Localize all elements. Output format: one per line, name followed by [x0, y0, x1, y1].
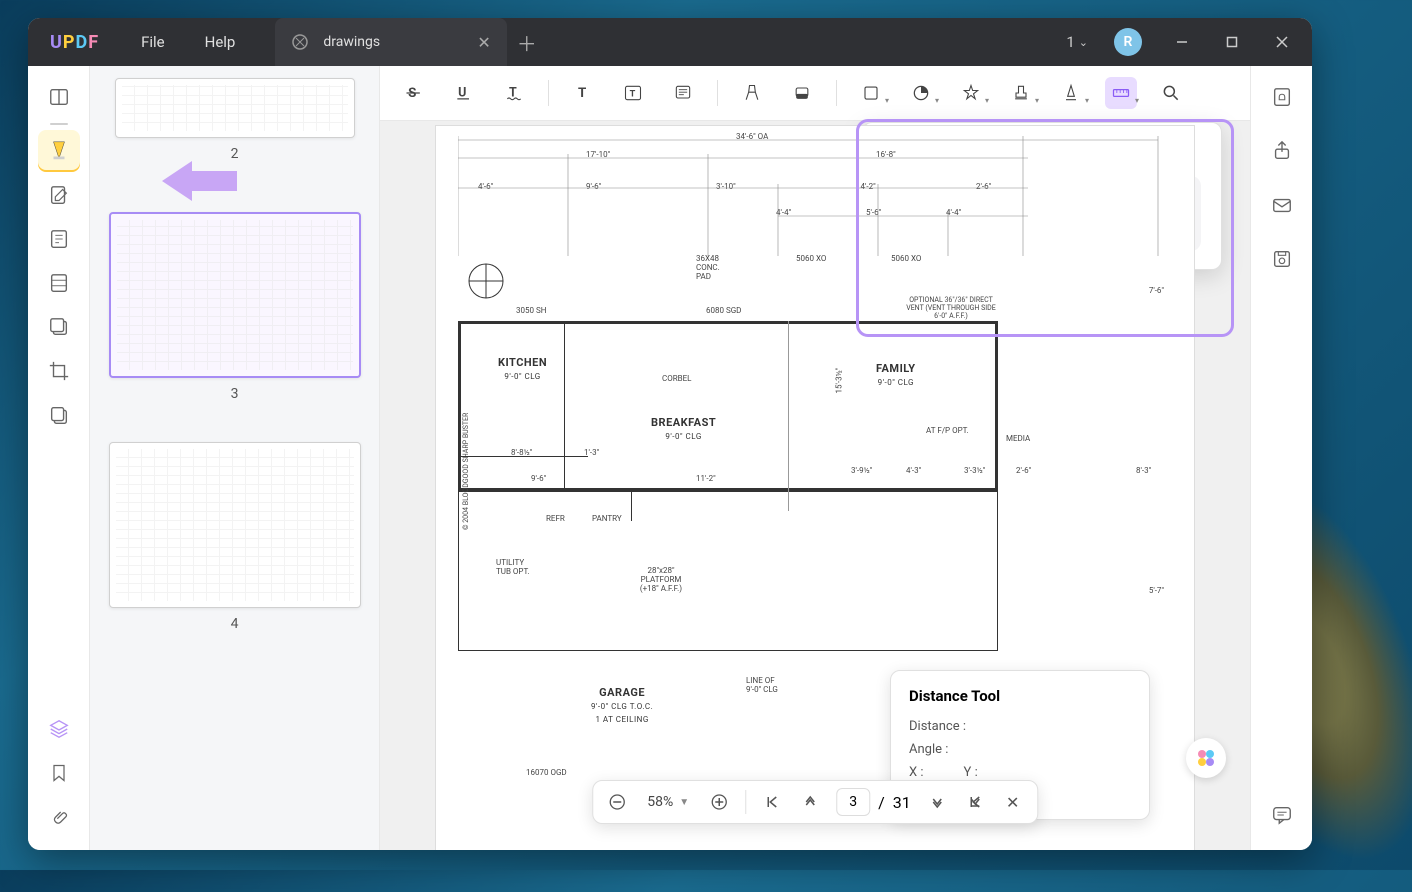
- right-rail: [1250, 66, 1312, 850]
- menu-help[interactable]: Help: [185, 33, 256, 51]
- annotate-toolbar: S U T T T: [380, 66, 1250, 121]
- close-window-button[interactable]: [1260, 26, 1304, 58]
- eraser-button[interactable]: [786, 77, 818, 109]
- content-area: S U T T T Mea: [380, 66, 1250, 850]
- doc-tab-title: drawings: [323, 34, 463, 50]
- convert-button[interactable]: [38, 306, 80, 348]
- save-button[interactable]: [1261, 238, 1303, 280]
- stamp-button[interactable]: [955, 77, 987, 109]
- textbox-button[interactable]: T: [617, 77, 649, 109]
- maximize-button[interactable]: [1210, 26, 1254, 58]
- zoom-in-button[interactable]: [701, 784, 737, 820]
- doc-count[interactable]: 1⌄: [1058, 33, 1096, 51]
- search-button[interactable]: [1155, 77, 1187, 109]
- underline-button[interactable]: U: [448, 77, 480, 109]
- thumbnail-4[interactable]: 4: [90, 442, 379, 632]
- thumbnail-3[interactable]: 3: [90, 212, 379, 402]
- prev-page-button[interactable]: [792, 784, 828, 820]
- edit-text-button[interactable]: [38, 174, 80, 216]
- distance-panel-title: Distance Tool: [909, 687, 1131, 705]
- app-window: UPDF File Help drawings ✕ ＋ 1⌄ R: [28, 18, 1312, 850]
- zoom-level[interactable]: 58%▼: [637, 794, 699, 810]
- page-input[interactable]: [836, 788, 870, 816]
- page-tools-button[interactable]: [38, 218, 80, 260]
- email-button[interactable]: [1261, 184, 1303, 226]
- close-controls-button[interactable]: ✕: [995, 784, 1031, 820]
- total-pages: 31: [893, 793, 911, 812]
- svg-text:T: T: [578, 86, 586, 101]
- comments-button[interactable]: [1261, 794, 1303, 836]
- squiggly-button[interactable]: T: [498, 77, 530, 109]
- sticker-button[interactable]: [905, 77, 937, 109]
- pencil-button[interactable]: [736, 77, 768, 109]
- menu-file[interactable]: File: [121, 33, 185, 51]
- close-tab-button[interactable]: ✕: [477, 33, 490, 52]
- layers-button[interactable]: [38, 708, 80, 750]
- shape-button[interactable]: [855, 77, 887, 109]
- note-button[interactable]: [667, 77, 699, 109]
- add-tab-button[interactable]: ＋: [507, 28, 547, 57]
- share-button[interactable]: [1261, 130, 1303, 172]
- minimize-button[interactable]: [1160, 26, 1204, 58]
- callout-arrow-icon: [162, 156, 242, 206]
- svg-text:U: U: [458, 85, 466, 100]
- zoom-out-button[interactable]: [599, 784, 635, 820]
- strikethrough-button[interactable]: S: [398, 77, 430, 109]
- text-button[interactable]: T: [567, 77, 599, 109]
- doc-tab[interactable]: drawings ✕: [275, 18, 506, 66]
- ai-assistant-button[interactable]: [1186, 738, 1226, 778]
- svg-text:S: S: [408, 86, 416, 101]
- bookmark-button[interactable]: [38, 752, 80, 794]
- first-page-button[interactable]: [754, 784, 790, 820]
- doc-tab-icon: [291, 33, 309, 51]
- page-controls: 58%▼ / 31 ✕: [592, 780, 1038, 824]
- titlebar: UPDF File Help drawings ✕ ＋ 1⌄ R: [28, 18, 1312, 66]
- attachment-button[interactable]: [38, 796, 80, 838]
- user-avatar[interactable]: R: [1114, 28, 1142, 56]
- last-page-button[interactable]: [957, 784, 993, 820]
- batch-button[interactable]: [38, 394, 80, 436]
- organize-button[interactable]: [38, 262, 80, 304]
- rubber-stamp-button[interactable]: [1005, 77, 1037, 109]
- reader-mode-button[interactable]: [38, 76, 80, 118]
- thumbnail-2[interactable]: 2: [90, 78, 379, 162]
- app-logo: UPDF: [28, 32, 121, 53]
- comment-tool-button[interactable]: [38, 130, 80, 172]
- left-rail: [28, 66, 90, 850]
- measure-button[interactable]: [1105, 77, 1137, 109]
- svg-text:T: T: [630, 89, 636, 99]
- signature-button[interactable]: [1055, 77, 1087, 109]
- thumbnail-panel: 2 3 4: [90, 66, 380, 850]
- crop-button[interactable]: [38, 350, 80, 392]
- next-page-button[interactable]: [919, 784, 955, 820]
- protect-button[interactable]: [1261, 76, 1303, 118]
